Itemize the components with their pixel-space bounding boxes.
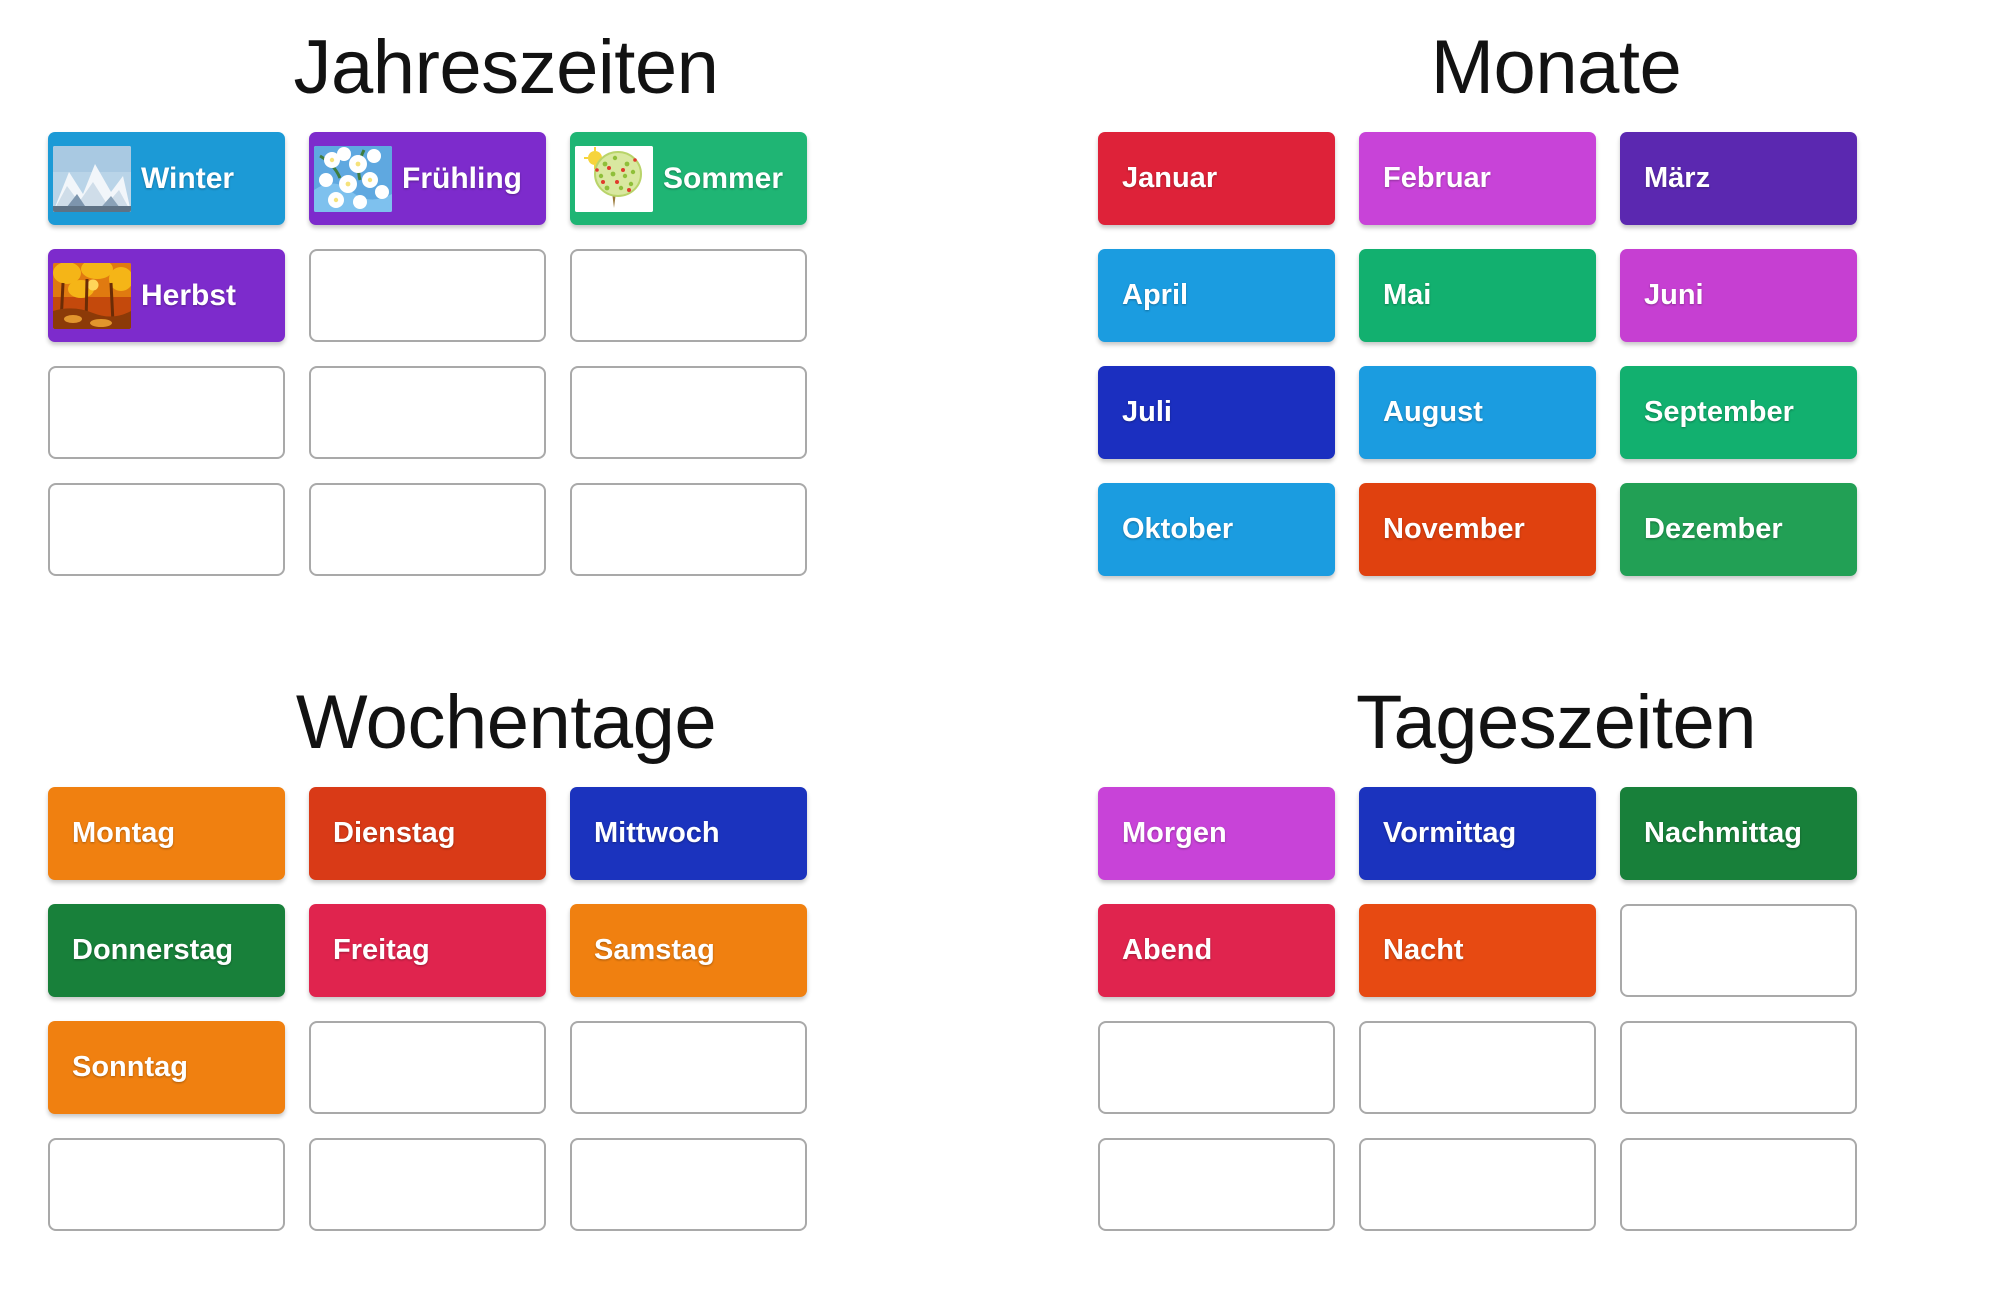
word-tile-morgen[interactable]: Morgen [1098, 787, 1335, 880]
word-tile-label: Winter [141, 161, 235, 195]
empty-drop-slot[interactable] [1359, 1021, 1596, 1114]
word-tile-samstag[interactable]: Samstag [570, 904, 807, 997]
word-tile-freitag[interactable]: Freitag [309, 904, 546, 997]
word-tile-mittwoch[interactable]: Mittwoch [570, 787, 807, 880]
empty-drop-slot[interactable] [1359, 1138, 1596, 1231]
word-tile-donnerstag[interactable]: Donnerstag [48, 904, 285, 997]
tile-grid-monate: Januar Februar März April Mai Juni Juli August S… [1098, 132, 1994, 576]
tile-grid-jahreszeiten: Winter Frühling Sommer Herbst [48, 132, 964, 576]
empty-drop-slot[interactable] [570, 249, 807, 342]
word-tile-märz[interactable]: März [1620, 132, 1857, 225]
panel-monate: Monate Januar Februar März April Mai Juni Juli… [1030, 0, 1994, 660]
word-tile-label: Montag [72, 817, 176, 849]
empty-drop-slot[interactable] [1620, 904, 1857, 997]
panel-title-jahreszeiten: Jahreszeiten [293, 25, 719, 110]
word-tile-label: November [1383, 513, 1525, 545]
word-tile-juni[interactable]: Juni [1620, 249, 1857, 342]
word-tile-label: August [1383, 396, 1483, 428]
winter-mountains-thumb [53, 145, 131, 212]
empty-drop-slot[interactable] [1098, 1138, 1335, 1231]
word-tile-dezember[interactable]: Dezember [1620, 483, 1857, 576]
word-tile-label: Nacht [1383, 934, 1464, 966]
word-tile-label: Dezember [1644, 513, 1783, 545]
empty-drop-slot[interactable] [309, 1021, 546, 1114]
panel-title-tageszeiten: Tageszeiten [1355, 680, 1757, 765]
word-tile-label: April [1122, 279, 1189, 311]
word-tile-label: März [1644, 162, 1711, 194]
word-tile-label: Mittwoch [594, 817, 720, 849]
panel-jahreszeiten: Jahreszeiten Winter Frühling Sommer Herbst [0, 0, 1030, 660]
word-tile-nacht[interactable]: Nacht [1359, 904, 1596, 997]
empty-drop-slot[interactable] [570, 366, 807, 459]
tile-grid-wochentage: Montag Dienstag Mittwoch Donnerstag Freitag S… [48, 787, 964, 1231]
empty-drop-slot[interactable] [309, 366, 546, 459]
word-tile-oktober[interactable]: Oktober [1098, 483, 1335, 576]
word-tile-winter[interactable]: Winter [48, 132, 285, 225]
word-tile-label: Frühling [402, 161, 522, 195]
word-tile-label: Nachmittag [1644, 817, 1802, 849]
word-tile-label: Abend [1122, 934, 1213, 966]
word-tile-montag[interactable]: Montag [48, 787, 285, 880]
word-tile-label: Vormittag [1383, 817, 1517, 849]
panel-title-wochentage: Wochentage [295, 680, 717, 765]
word-tile-label: Herbst [141, 278, 237, 312]
word-tile-januar[interactable]: Januar [1098, 132, 1335, 225]
word-tile-september[interactable]: September [1620, 366, 1857, 459]
word-tile-label: Juli [1122, 396, 1172, 428]
word-tile-sonntag[interactable]: Sonntag [48, 1021, 285, 1114]
panel-tageszeiten: Tageszeiten Morgen Vormittag Nachmittag Abe… [1030, 660, 1994, 1315]
word-tile-vormittag[interactable]: Vormittag [1359, 787, 1596, 880]
word-tile-april[interactable]: April [1098, 249, 1335, 342]
word-tile-label: Mai [1383, 279, 1432, 311]
autumn-leaves-thumb [53, 262, 131, 329]
empty-drop-slot[interactable] [570, 1138, 807, 1231]
empty-drop-slot[interactable] [309, 1138, 546, 1231]
empty-drop-slot[interactable] [570, 1021, 807, 1114]
summer-tree-thumb [575, 145, 653, 212]
word-tile-label: Donnerstag [72, 934, 234, 966]
word-tile-label: Dienstag [333, 817, 456, 849]
word-tile-februar[interactable]: Februar [1359, 132, 1596, 225]
word-tile-label: Sonntag [72, 1051, 188, 1083]
word-tile-label: Juni [1644, 279, 1704, 311]
empty-drop-slot[interactable] [1098, 1021, 1335, 1114]
word-tile-label: Februar [1383, 162, 1491, 194]
empty-drop-slot[interactable] [570, 483, 807, 576]
word-tile-august[interactable]: August [1359, 366, 1596, 459]
word-tile-juli[interactable]: Juli [1098, 366, 1335, 459]
word-tile-mai[interactable]: Mai [1359, 249, 1596, 342]
word-tile-frühling[interactable]: Frühling [309, 132, 546, 225]
spring-blossoms-thumb [314, 145, 392, 212]
word-tile-sommer[interactable]: Sommer [570, 132, 807, 225]
panel-wochentage: Wochentage Montag Dienstag Mittwoch Donners… [0, 660, 1030, 1315]
word-tile-label: Januar [1122, 162, 1218, 194]
word-tile-dienstag[interactable]: Dienstag [309, 787, 546, 880]
word-tile-nachmittag[interactable]: Nachmittag [1620, 787, 1857, 880]
word-tile-herbst[interactable]: Herbst [48, 249, 285, 342]
empty-drop-slot[interactable] [1620, 1021, 1857, 1114]
word-tile-november[interactable]: November [1359, 483, 1596, 576]
empty-drop-slot[interactable] [48, 483, 285, 576]
empty-drop-slot[interactable] [309, 483, 546, 576]
word-tile-label: Morgen [1122, 817, 1227, 849]
word-tile-label: Freitag [333, 934, 430, 966]
empty-drop-slot[interactable] [309, 249, 546, 342]
word-category-board: Jahreszeiten Winter Frühling Sommer Herbst … [0, 0, 1994, 1315]
panel-title-monate: Monate [1430, 25, 1682, 110]
word-tile-label: Oktober [1122, 513, 1234, 545]
empty-drop-slot[interactable] [48, 366, 285, 459]
word-tile-abend[interactable]: Abend [1098, 904, 1335, 997]
word-tile-label: Sommer [663, 161, 784, 195]
word-tile-label: Samstag [594, 934, 715, 966]
tile-grid-tageszeiten: Morgen Vormittag Nachmittag Abend Nacht [1098, 787, 1994, 1231]
empty-drop-slot[interactable] [48, 1138, 285, 1231]
word-tile-label: September [1644, 396, 1794, 428]
empty-drop-slot[interactable] [1620, 1138, 1857, 1231]
